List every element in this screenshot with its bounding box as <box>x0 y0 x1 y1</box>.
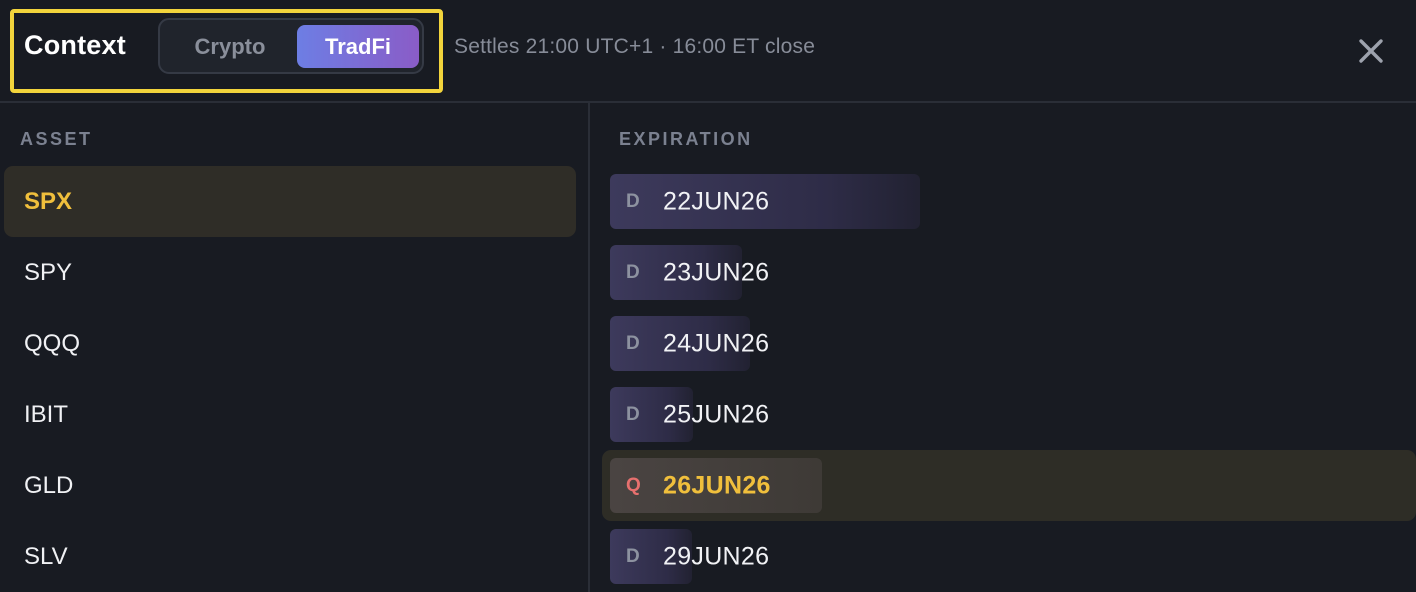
asset-label: GLD <box>24 471 74 499</box>
asset-label: SPX <box>24 187 73 215</box>
expiration-type-badge: D <box>626 332 640 354</box>
expiration-row[interactable]: D 24JUN26 <box>602 308 1416 379</box>
expiration-row[interactable]: D 23JUN26 <box>602 237 1416 308</box>
expiration-date: 23JUN26 <box>663 258 770 286</box>
segment-tradfi-button[interactable]: TradFi <box>297 25 419 68</box>
asset-row[interactable]: SLV <box>4 521 576 592</box>
asset-label: SLV <box>24 542 68 570</box>
context-title: Context <box>24 30 126 60</box>
asset-column-label: ASSET <box>20 129 93 149</box>
column-divider <box>588 103 590 592</box>
asset-label: SPY <box>24 258 73 286</box>
close-button[interactable] <box>1352 32 1390 70</box>
asset-label: QQQ <box>24 329 81 357</box>
header-bar: Context Crypto TradFi Settles 21:00 UTC+… <box>0 0 1416 103</box>
expiration-row[interactable]: D 25JUN26 <box>602 379 1416 450</box>
segment-crypto-button[interactable]: Crypto <box>166 25 294 68</box>
asset-row[interactable]: GLD <box>4 450 576 521</box>
expiration-date: 24JUN26 <box>663 329 770 357</box>
asset-row[interactable]: QQQ <box>4 308 576 379</box>
close-icon <box>1359 39 1383 63</box>
expiration-row[interactable]: Q 26JUN26 <box>602 450 1416 521</box>
expiration-date: 26JUN26 <box>663 471 771 499</box>
expiration-type-badge: D <box>626 403 640 425</box>
expiration-row[interactable]: D 22JUN26 <box>602 166 1416 237</box>
asset-row[interactable]: SPX <box>4 166 576 237</box>
asset-label: IBIT <box>24 400 69 428</box>
expiration-type-badge: D <box>626 545 640 567</box>
asset-row[interactable]: SPY <box>4 237 576 308</box>
expiration-row[interactable]: D 29JUN26 <box>602 521 1416 592</box>
market-type-toggle: Crypto TradFi <box>158 18 424 74</box>
asset-row[interactable]: IBIT <box>4 379 576 450</box>
settlement-info: Settles 21:00 UTC+1 · 16:00 ET close <box>454 35 816 58</box>
expiration-date: 29JUN26 <box>663 542 770 570</box>
expiration-date: 22JUN26 <box>663 187 770 215</box>
expiration-date: 25JUN26 <box>663 400 770 428</box>
expiration-type-badge: Q <box>626 474 641 496</box>
expiration-type-badge: D <box>626 190 640 212</box>
expiration-column-label: EXPIRATION <box>619 129 753 149</box>
expiration-type-badge: D <box>626 261 640 283</box>
